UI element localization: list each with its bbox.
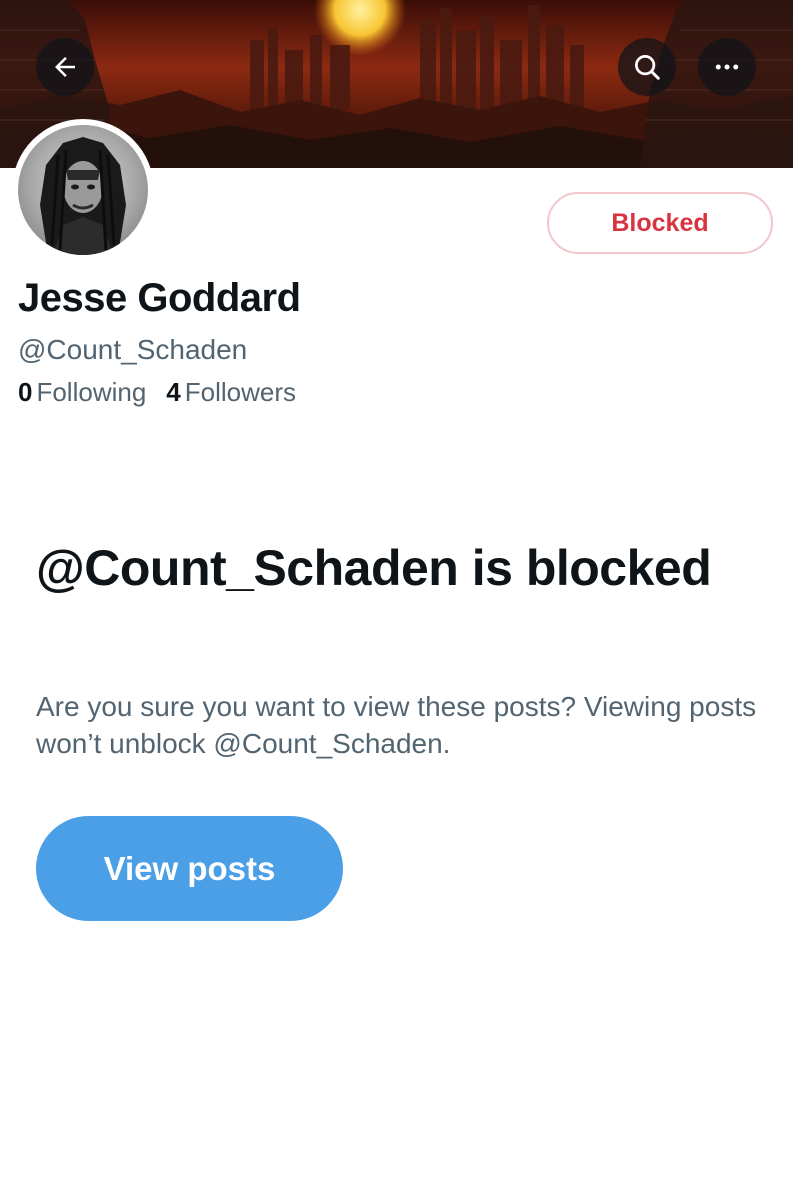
view-posts-label: View posts — [103, 849, 276, 887]
arrow-left-icon — [55, 57, 75, 77]
followers-link[interactable]: 4 Followers — [166, 377, 296, 408]
following-label: Following — [36, 377, 147, 407]
more-horizontal-icon — [715, 64, 739, 70]
avatar-image — [18, 125, 148, 255]
search-button[interactable] — [618, 38, 676, 96]
blocked-button[interactable]: Blocked — [547, 192, 773, 254]
profile-stats: 0 Following 4 Followers — [18, 377, 296, 408]
search-icon — [635, 55, 660, 80]
following-link[interactable]: 0 Following — [18, 377, 146, 408]
followers-count: 4 — [166, 377, 181, 407]
blocked-notice-title: @Count_Schaden is blocked — [36, 540, 712, 596]
avatar[interactable] — [12, 119, 154, 261]
blocked-button-label: Blocked — [611, 208, 709, 237]
more-options-button[interactable] — [698, 38, 756, 96]
display-name: Jesse Goddard — [18, 276, 301, 320]
user-handle: @Count_Schaden — [18, 334, 248, 365]
blocked-notice-description: Are you sure you want to view these post… — [36, 691, 757, 759]
followers-label: Followers — [184, 377, 297, 407]
back-button[interactable] — [36, 38, 94, 96]
view-posts-button[interactable]: View posts — [36, 816, 343, 921]
following-count: 0 — [18, 377, 33, 407]
